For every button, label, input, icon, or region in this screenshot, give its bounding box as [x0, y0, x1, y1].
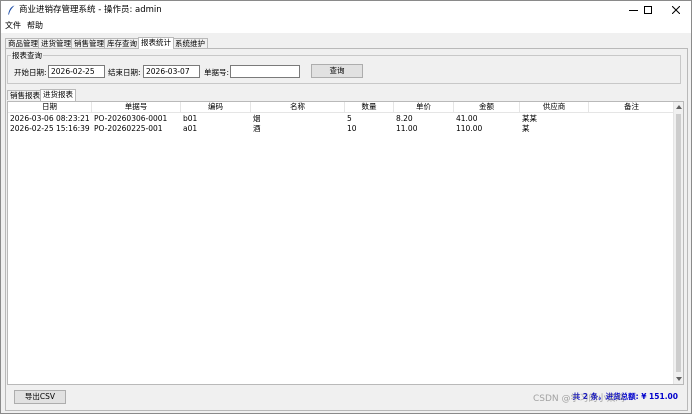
- menu-bar: 文件 帮助: [1, 19, 691, 33]
- start-date-field[interactable]: [48, 65, 105, 78]
- scroll-up-icon[interactable]: [674, 102, 684, 112]
- maximize-button[interactable]: [633, 1, 663, 19]
- vertical-scrollbar[interactable]: [673, 102, 683, 384]
- title-bar: 商业进销存管理系统 - 操作员: admin: [1, 1, 691, 19]
- cell-date: 2026-02-25 15:16:39: [10, 124, 90, 133]
- col-doc-no[interactable]: 单据号: [92, 102, 181, 113]
- col-qty[interactable]: 数量: [345, 102, 394, 113]
- cell-code: b01: [183, 114, 198, 123]
- menu-file[interactable]: 文件: [5, 21, 21, 31]
- table-header: 日期 单据号 编码 名称 数量 单价 金额 供应商 备注: [8, 102, 674, 113]
- tab-system[interactable]: 系统维护: [172, 38, 208, 48]
- cell-qty: 10: [347, 124, 357, 133]
- cell-supplier: 某: [522, 124, 530, 133]
- export-csv-button[interactable]: 导出CSV: [14, 390, 66, 404]
- cell-unit-price: 8.20: [396, 114, 413, 123]
- cell-unit-price: 11.00: [396, 124, 418, 133]
- tab-purchase-report[interactable]: 进货报表: [40, 89, 76, 101]
- cell-code: a01: [183, 124, 198, 133]
- col-code[interactable]: 编码: [181, 102, 251, 113]
- cell-doc-no: PO-20260306-0001: [94, 114, 168, 123]
- tab-sales-report[interactable]: 销售报表: [7, 90, 43, 100]
- scrollbar-thumb[interactable]: [676, 114, 681, 372]
- purchase-report-table: 日期 单据号 编码 名称 数量 单价 金额 供应商 备注 2026-03-06 …: [7, 101, 684, 385]
- window-title: 商业进销存管理系统 - 操作员: admin: [19, 5, 162, 15]
- cell-doc-no: PO-20260225-001: [94, 124, 163, 133]
- col-name[interactable]: 名称: [251, 102, 345, 113]
- cell-name: 烟: [253, 114, 261, 123]
- table-row[interactable]: 2026-03-06 08:23:21 PO-20260306-0001 b01…: [8, 114, 674, 124]
- watermark-text: CSDN @学习的小菜鸡: [533, 394, 625, 404]
- app-window: 商业进销存管理系统 - 操作员: admin 文件 帮助 商品管理 进货管理 销…: [0, 0, 692, 414]
- doc-no-field[interactable]: [230, 65, 300, 78]
- close-button[interactable]: [661, 1, 691, 19]
- end-date-label: 结束日期:: [108, 68, 141, 77]
- query-button[interactable]: 查询: [311, 64, 363, 78]
- cell-qty: 5: [347, 114, 352, 123]
- col-date[interactable]: 日期: [8, 102, 92, 113]
- doc-no-label: 单据号:: [204, 68, 230, 77]
- tab-reports[interactable]: 报表统计: [138, 37, 174, 49]
- col-remark[interactable]: 备注: [589, 102, 674, 113]
- cell-amount: 41.00: [456, 114, 478, 123]
- col-supplier[interactable]: 供应商: [520, 102, 589, 113]
- table-row[interactable]: 2026-02-25 15:16:39 PO-20260225-001 a01 …: [8, 124, 674, 134]
- tab-products[interactable]: 商品管理: [5, 38, 41, 48]
- col-unit-price[interactable]: 单价: [394, 102, 454, 113]
- scroll-down-icon[interactable]: [674, 374, 684, 384]
- cell-date: 2026-03-06 08:23:21: [10, 114, 90, 123]
- query-group-title: 报表查询: [11, 51, 43, 60]
- cell-name: 酒: [253, 124, 261, 133]
- cell-amount: 110.00: [456, 124, 483, 133]
- tab-purchase[interactable]: 进货管理: [38, 38, 74, 48]
- tab-inventory[interactable]: 库存查询: [104, 38, 140, 48]
- end-date-field[interactable]: [143, 65, 200, 78]
- col-amount[interactable]: 金额: [454, 102, 520, 113]
- start-date-label: 开始日期:: [14, 68, 47, 77]
- cell-supplier: 某某: [522, 114, 537, 123]
- tab-sales[interactable]: 销售管理: [71, 38, 107, 48]
- feather-icon: [7, 5, 16, 15]
- menu-help[interactable]: 帮助: [27, 21, 43, 31]
